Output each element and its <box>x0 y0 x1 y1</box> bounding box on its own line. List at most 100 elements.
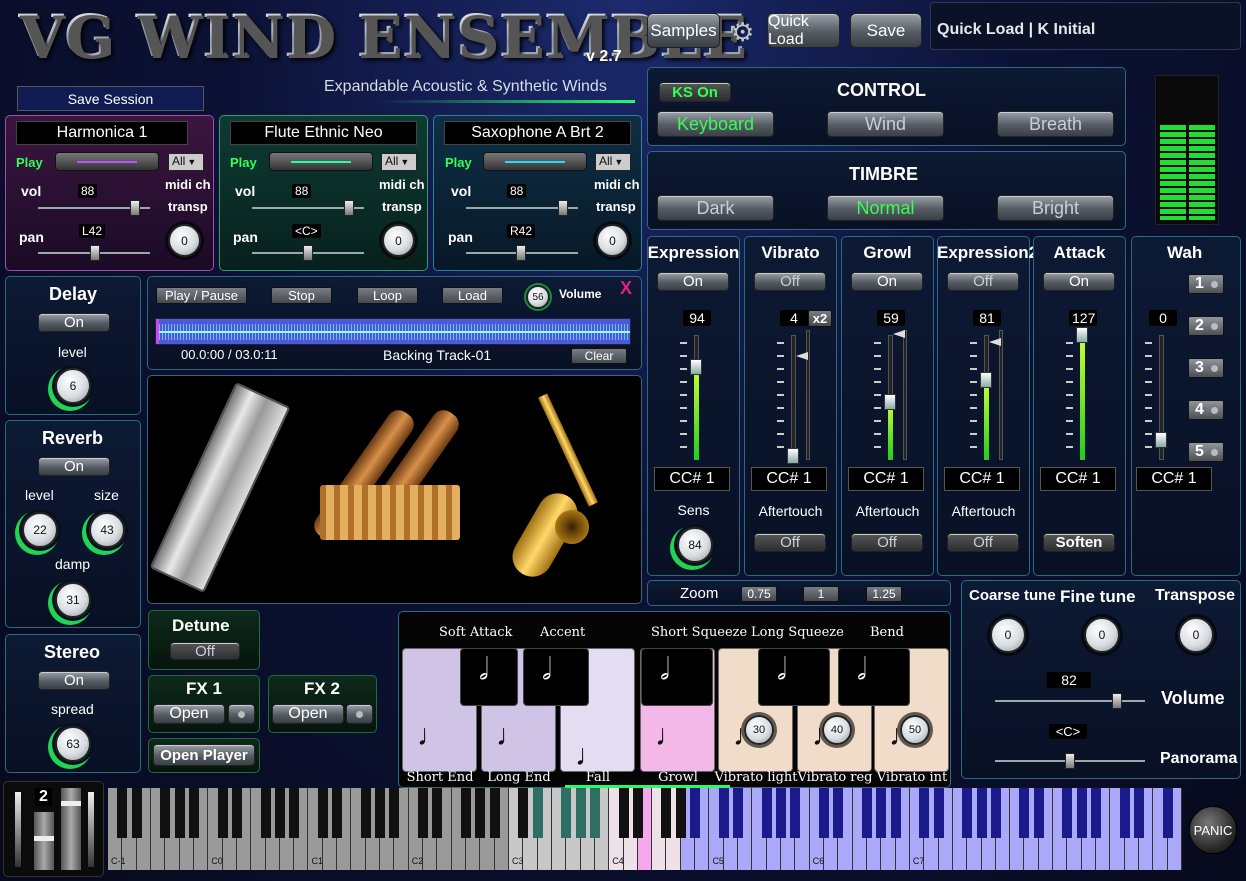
mod-cc[interactable]: CC# 1 <box>1040 467 1116 491</box>
black-key[interactable] <box>1119 788 1130 838</box>
black-key[interactable] <box>432 788 443 838</box>
mod-cc[interactable]: CC# 1 <box>944 467 1020 491</box>
mod-slider-thumb[interactable] <box>980 372 992 388</box>
black-key[interactable] <box>990 788 1001 838</box>
loop-button[interactable]: Loop <box>357 287 418 304</box>
normal-button[interactable]: Normal <box>827 195 944 221</box>
mod-toggle[interactable]: On <box>657 272 729 291</box>
stereo-toggle[interactable]: On <box>38 671 110 690</box>
mod-slider-thumb[interactable] <box>787 448 799 464</box>
mod-sub-toggle[interactable]: Off <box>851 533 923 552</box>
black-key[interactable] <box>289 788 300 838</box>
pitch-wheel[interactable] <box>34 812 54 870</box>
black-key[interactable] <box>1062 788 1073 838</box>
panic-button[interactable]: PANIC <box>1189 806 1237 854</box>
mod-slider-thumb[interactable] <box>884 394 896 410</box>
zoom-075-button[interactable]: 0.75 <box>741 586 777 602</box>
black-key[interactable] <box>632 788 643 838</box>
articulation-top-card-0[interactable]: 𝅗𝅥 <box>460 648 518 706</box>
articulation-top-card-3[interactable]: 𝅗𝅥 <box>758 648 830 706</box>
vol-slider[interactable] <box>38 200 150 216</box>
wah-button-1[interactable]: 1 <box>1188 274 1224 294</box>
coarse-tune-knob[interactable]: 0 <box>990 617 1026 653</box>
wah-cc[interactable]: CC# 1 <box>1136 467 1212 491</box>
black-key[interactable] <box>117 788 128 838</box>
instrument-name[interactable]: Harmonica 1 <box>16 121 188 145</box>
black-key[interactable] <box>618 788 629 838</box>
all-dropdown[interactable]: All ▼ <box>595 153 631 171</box>
stop-button[interactable]: Stop <box>271 287 332 304</box>
play-indicator[interactable] <box>269 152 373 171</box>
black-key[interactable] <box>1019 788 1030 838</box>
mod-cc[interactable]: CC# 1 <box>751 467 827 491</box>
master-volume-slider[interactable] <box>995 693 1145 709</box>
save-session-button[interactable]: Save Session <box>17 86 204 111</box>
black-key[interactable] <box>661 788 672 838</box>
black-key[interactable] <box>919 788 930 838</box>
vibrato-amount-knob[interactable]: 50 <box>900 715 930 745</box>
piano-keyboard[interactable]: C-1 C0 C1 C2 C3 C4 C5 C6 C7 <box>108 788 1182 870</box>
fx2-open-button[interactable]: Open <box>272 704 344 724</box>
play-pause-button[interactable]: Play / Pause <box>156 287 247 304</box>
pan-slider[interactable] <box>38 245 150 261</box>
wah-button-2[interactable]: 2 <box>1188 316 1224 336</box>
zoom-125-button[interactable]: 1.25 <box>866 586 902 602</box>
black-key[interactable] <box>532 788 543 838</box>
mod-toggle[interactable]: On <box>851 272 923 291</box>
black-key[interactable] <box>260 788 271 838</box>
wah-slider-thumb[interactable] <box>1155 432 1167 448</box>
black-key[interactable] <box>962 788 973 838</box>
black-key[interactable] <box>174 788 185 838</box>
dark-button[interactable]: Dark <box>657 195 774 221</box>
black-key[interactable] <box>231 788 242 838</box>
detune-toggle[interactable]: Off <box>170 642 240 660</box>
play-indicator[interactable] <box>55 152 159 171</box>
mod-slider[interactable] <box>791 335 796 460</box>
articulation-top-card-1[interactable]: 𝅗𝅥 <box>523 648 589 706</box>
transp-knob[interactable]: 0 <box>382 224 415 257</box>
open-player-button[interactable]: Open Player <box>153 744 255 766</box>
mod-depth-slider[interactable] <box>806 330 810 460</box>
play-label[interactable]: Play <box>445 155 472 170</box>
mod-wheel[interactable] <box>61 788 81 870</box>
black-key[interactable] <box>274 788 285 838</box>
quick-load-button[interactable]: Quick Load <box>767 13 840 48</box>
black-key[interactable] <box>317 788 328 838</box>
mod-cc[interactable]: CC# 1 <box>654 467 730 491</box>
black-key[interactable] <box>790 788 801 838</box>
black-key[interactable] <box>561 788 572 838</box>
pan-slider[interactable] <box>252 245 364 261</box>
play-indicator[interactable] <box>483 152 587 171</box>
black-key[interactable] <box>489 788 500 838</box>
black-key[interactable] <box>575 788 586 838</box>
black-key[interactable] <box>375 788 386 838</box>
black-key[interactable] <box>217 788 228 838</box>
mod-slider-thumb[interactable] <box>690 359 702 375</box>
all-dropdown[interactable]: All ▼ <box>381 153 417 171</box>
black-key[interactable] <box>461 788 471 838</box>
vol-slider[interactable] <box>252 200 364 216</box>
wah-button-4[interactable]: 4 <box>1188 400 1224 420</box>
mod-sub-toggle[interactable]: Off <box>754 533 826 552</box>
delay-level-knob[interactable]: 6 <box>55 368 91 404</box>
transp-knob[interactable]: 0 <box>596 224 629 257</box>
gear-icon[interactable]: ⚙ <box>731 17 754 48</box>
black-key[interactable] <box>819 788 829 838</box>
black-key[interactable] <box>861 788 872 838</box>
master-pan-slider[interactable] <box>995 753 1145 769</box>
articulation-top-card-2[interactable]: 𝅗𝅥 <box>641 648 713 706</box>
play-label[interactable]: Play <box>230 155 257 170</box>
sens-knob[interactable]: 84 <box>677 527 713 563</box>
black-key[interactable] <box>733 788 744 838</box>
fine-tune-knob[interactable]: 0 <box>1084 617 1120 653</box>
reverb-level-knob[interactable]: 22 <box>22 512 58 548</box>
vibrato-amount-knob[interactable]: 30 <box>744 715 774 745</box>
fx2-settings-button[interactable] <box>346 704 373 724</box>
wind-button[interactable]: Wind <box>827 111 944 137</box>
mod-toggle[interactable]: On <box>1043 272 1115 291</box>
black-key[interactable] <box>776 788 787 838</box>
black-key[interactable] <box>1033 788 1044 838</box>
black-key[interactable] <box>418 788 429 838</box>
black-key[interactable] <box>833 788 844 838</box>
delay-toggle[interactable]: On <box>38 313 110 332</box>
